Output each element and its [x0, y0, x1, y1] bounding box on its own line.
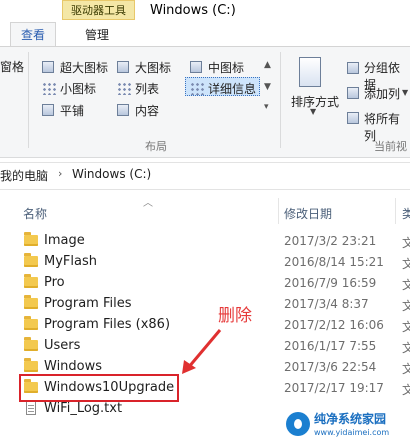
folder-icon [24, 253, 38, 267]
folder-icon [24, 358, 38, 372]
window-title: Windows (C:) [150, 3, 236, 18]
file-date: 2017/3/6 22:54 [284, 360, 377, 374]
file-type: 文 [402, 278, 410, 292]
ribbon-separator [280, 52, 281, 148]
watermark-url: www.yidaimei.com [314, 428, 390, 437]
file-name: Pro [44, 275, 65, 290]
annotation-arrow-icon [182, 329, 222, 374]
file-type: 文 [402, 362, 410, 376]
add-column-button[interactable]: 添加列 [364, 85, 400, 102]
file-name: Windows [44, 359, 103, 374]
folder-icon [24, 337, 38, 351]
file-row[interactable]: Pro 2016/7/9 16:59 文 [20, 273, 410, 294]
tab-manage[interactable]: 管理 [64, 25, 130, 45]
fit-columns-icon [347, 112, 359, 124]
file-row[interactable]: Image 2017/3/2 23:21 文 [20, 231, 410, 252]
column-header-name[interactable]: 名称 [23, 205, 47, 222]
group-by-icon [347, 62, 359, 74]
file-type: 文 [402, 257, 410, 271]
sort-ascending-icon: ︿ [143, 198, 153, 209]
layout-large-icons[interactable]: 大图标 [135, 59, 171, 76]
file-name: MyFlash [44, 254, 97, 269]
file-row[interactable]: MyFlash 2016/8/14 15:21 文 [20, 252, 410, 273]
pane-label[interactable]: 窗格 [0, 58, 24, 75]
layout-tiles[interactable]: 平铺 [60, 102, 84, 119]
column-header-date[interactable]: 修改日期 [284, 205, 332, 222]
watermark-title: 纯净系统家园 [314, 412, 387, 426]
file-date: 2017/3/4 8:37 [284, 297, 369, 311]
layout-content[interactable]: 内容 [135, 102, 159, 119]
layout-details[interactable]: 详细信息 [208, 80, 256, 97]
layout-small-icons[interactable]: 小图标 [60, 80, 96, 97]
file-date: 2017/2/12 16:06 [284, 318, 384, 332]
layout-group-label: 布局 [145, 140, 167, 153]
list-icon [117, 82, 131, 95]
folder-icon [24, 232, 38, 246]
layout-scroll-down-icon[interactable]: ▼ [264, 82, 271, 92]
content-icon [117, 104, 129, 116]
column-divider[interactable] [278, 198, 279, 224]
file-name: WiFi_Log.txt [44, 401, 123, 416]
file-type: 文 [402, 383, 410, 397]
file-row[interactable]: Program Files 2017/3/4 8:37 文 [20, 294, 410, 315]
sort-by-icon [299, 57, 321, 87]
file-date: 2017/2/17 19:17 [284, 381, 384, 395]
file-name: Program Files [44, 296, 132, 311]
folder-icon [24, 316, 38, 330]
column-divider[interactable] [395, 198, 396, 224]
watermark: 纯净系统家园 www.yidaimei.com [286, 410, 410, 443]
file-date: 2016/7/9 16:59 [284, 276, 377, 290]
file-date: 2017/3/2 23:21 [284, 234, 377, 248]
file-type: 文 [402, 320, 410, 334]
text-file-icon [26, 401, 36, 415]
layout-medium-icons[interactable]: 中图标 [208, 59, 244, 76]
column-header-type[interactable]: 类 [402, 205, 410, 222]
file-type: 文 [402, 341, 410, 355]
file-date: 2016/8/14 15:21 [284, 255, 384, 269]
extra-large-icons-icon [42, 61, 54, 73]
file-name: Program Files (x86) [44, 317, 171, 332]
layout-expand-icon[interactable]: ▾ [264, 102, 269, 112]
add-column-dropdown-icon[interactable]: ▼ [402, 88, 408, 97]
breadcrumb-this-pc[interactable]: 我的电脑 [0, 167, 48, 184]
tab-view[interactable]: 查看 [10, 22, 56, 47]
breadcrumb-windows-c[interactable]: Windows (C:) [72, 167, 151, 181]
context-tab-drive-tools[interactable]: 驱动器工具 [62, 0, 135, 20]
breadcrumb-separator-icon[interactable]: › [58, 167, 62, 180]
details-icon [190, 82, 204, 95]
file-name: Users [44, 338, 81, 353]
highlight-box [19, 374, 179, 402]
sort-dropdown-icon[interactable]: ▼ [310, 107, 316, 116]
ribbon-tab-strip [0, 22, 410, 46]
large-icons-icon [117, 61, 129, 73]
folder-icon [24, 295, 38, 309]
medium-icons-icon [190, 61, 202, 73]
add-column-icon [347, 87, 359, 99]
current-view-group-label: 当前视 [374, 140, 407, 153]
tiles-icon [42, 104, 54, 116]
small-icons-icon [42, 82, 56, 95]
file-name: Image [44, 233, 85, 248]
folder-icon [24, 274, 38, 288]
layout-extra-large-icons[interactable]: 超大图标 [60, 59, 108, 76]
file-date: 2016/1/17 7:55 [284, 339, 377, 353]
layout-scroll-up-icon[interactable]: ▲ [264, 60, 271, 70]
watermark-logo-mark [294, 419, 302, 429]
ribbon-separator [28, 52, 29, 148]
layout-list[interactable]: 列表 [135, 80, 159, 97]
file-type: 文 [402, 236, 410, 250]
file-type: 文 [402, 299, 410, 313]
